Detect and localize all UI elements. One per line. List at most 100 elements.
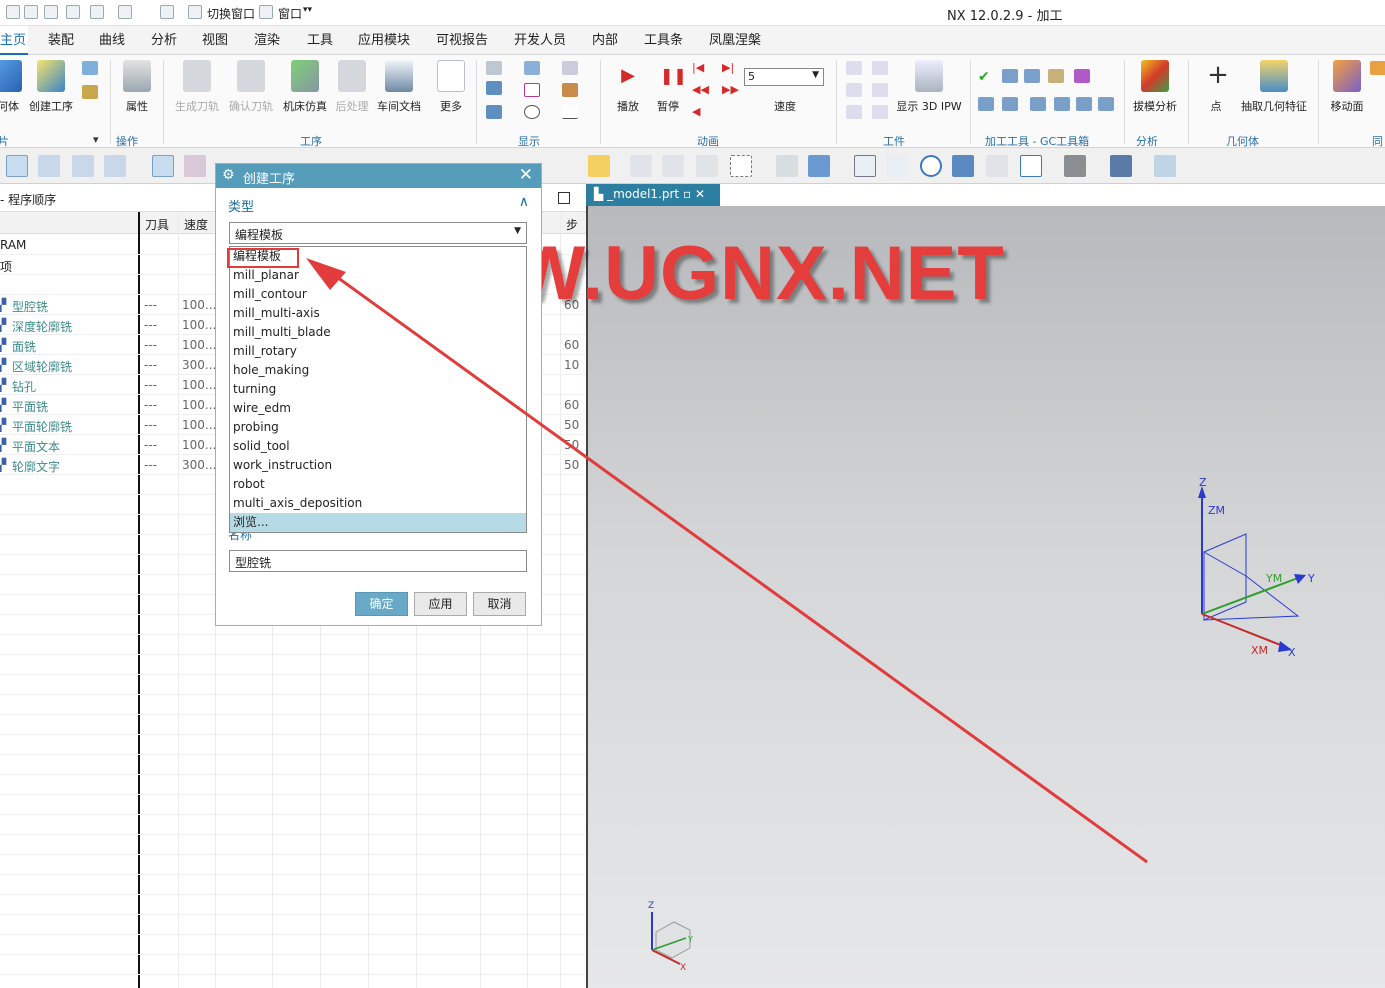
empty-row[interactable] [0, 795, 586, 815]
name-input[interactable]: 型腔铣 [229, 550, 527, 572]
more-button[interactable]: 更多 [434, 60, 468, 114]
create-tool-icon[interactable] [82, 85, 98, 99]
gc-tool-icon[interactable] [978, 97, 994, 111]
check-icon[interactable]: ✔ [978, 69, 994, 85]
step-forward-icon[interactable]: ▶| [722, 61, 738, 75]
snap-icon[interactable] [630, 155, 652, 177]
browse-option[interactable]: 浏览... [230, 513, 526, 532]
type-option[interactable]: multi_axis_deposition [230, 494, 526, 513]
shop-documentation-button[interactable]: 车间文档 [376, 60, 422, 114]
pan-icon[interactable] [886, 155, 908, 177]
type-option[interactable]: turning [230, 380, 526, 399]
type-option[interactable]: work_instruction [230, 456, 526, 475]
workpiece-icon[interactable] [872, 61, 888, 75]
render-style-icon[interactable] [1064, 155, 1086, 177]
gc-tool-icon[interactable] [1048, 69, 1064, 83]
move-face-button[interactable]: 移动面 [1328, 60, 1366, 114]
program-order-view-icon[interactable] [6, 155, 28, 177]
circle-icon[interactable] [524, 105, 540, 119]
part-file-tab[interactable]: ▙ _model1.prt ▫ ✕ [586, 184, 720, 206]
tab-curve[interactable]: 曲线 [97, 26, 127, 55]
gc-tool-icon[interactable] [1054, 97, 1070, 111]
tab-render[interactable]: 渲染 [252, 26, 282, 55]
tab-internal[interactable]: 内部 [590, 26, 620, 55]
machine-tool-view-icon[interactable] [38, 155, 60, 177]
tab-toolbars[interactable]: 工具条 [642, 26, 685, 55]
select-filter-icon[interactable] [588, 155, 610, 177]
gc-tool-icon[interactable] [1074, 69, 1090, 83]
method-view-icon[interactable] [104, 155, 126, 177]
display-tool-icon[interactable] [486, 61, 502, 75]
workpiece-icon[interactable] [846, 83, 862, 97]
line-icon[interactable] [562, 105, 578, 119]
brush-icon[interactable] [562, 83, 578, 97]
apply-button[interactable]: 应用 [414, 592, 467, 616]
generate-toolpath-button[interactable]: 生成刀轨 [174, 60, 220, 114]
draft-analysis-button[interactable]: 拔模分析 [1130, 60, 1180, 114]
orient-view-icon[interactable] [1110, 155, 1132, 177]
workpiece-icon[interactable] [846, 61, 862, 75]
tab-tools[interactable]: 工具 [305, 26, 335, 55]
paste-icon[interactable] [66, 5, 80, 19]
create-program-icon[interactable] [82, 61, 98, 75]
point-button[interactable]: + 点 [1204, 60, 1229, 114]
type-option[interactable]: robot [230, 475, 526, 494]
type-option[interactable]: wire_edm [230, 399, 526, 418]
empty-row[interactable] [0, 895, 586, 915]
type-option[interactable]: hole_making [230, 361, 526, 380]
column-speed[interactable]: 速度 [184, 216, 208, 233]
new-file-icon[interactable] [118, 5, 132, 19]
group-expand-icon[interactable]: ▾ [93, 133, 99, 146]
display-path-icon[interactable] [486, 105, 502, 119]
empty-row[interactable] [0, 975, 586, 988]
empty-row[interactable] [0, 935, 586, 955]
gc-tool-icon[interactable] [1002, 69, 1018, 83]
empty-row[interactable] [0, 775, 586, 795]
window-menu-button[interactable]: 窗口 [278, 5, 302, 22]
geometry-view-icon[interactable] [72, 155, 94, 177]
rotate-icon[interactable] [920, 155, 942, 177]
gc-tool-icon[interactable] [1076, 97, 1092, 111]
empty-row[interactable] [0, 835, 586, 855]
maximize-icon[interactable] [558, 192, 570, 204]
type-option[interactable]: mill_contour [230, 285, 526, 304]
empty-row[interactable] [0, 915, 586, 935]
tab-home[interactable]: 主页 [0, 26, 29, 55]
rewind-icon[interactable]: ◀◀ [692, 83, 709, 97]
pause-button[interactable]: ❚❚ 暂停 [656, 60, 687, 114]
empty-row[interactable] [0, 655, 586, 675]
filter-icon[interactable] [152, 155, 174, 177]
orient-icon[interactable] [986, 155, 1008, 177]
chevron-down-icon[interactable]: ▾▾ [303, 5, 312, 15]
curve-icon[interactable] [524, 83, 540, 97]
close-icon[interactable]: ✕ [695, 187, 705, 201]
empty-row[interactable] [0, 675, 586, 695]
tab-analysis[interactable]: 分析 [149, 26, 179, 55]
empty-row[interactable] [0, 735, 586, 755]
empty-row[interactable] [0, 875, 586, 895]
empty-row[interactable] [0, 715, 586, 735]
collapse-icon[interactable]: ∧ [519, 194, 529, 210]
repeat-icon[interactable] [90, 5, 104, 19]
verify-toolpath-button[interactable]: 确认刀轨 [228, 60, 274, 114]
empty-row[interactable] [0, 695, 586, 715]
window-icon[interactable] [259, 5, 273, 19]
tab-visual-report[interactable]: 可视报告 [434, 26, 490, 55]
tab-application[interactable]: 应用模块 [356, 26, 412, 55]
type-dropdown-list[interactable]: 编程模板 mill_planar mill_contour mill_multi-ax… [229, 246, 527, 533]
empty-row[interactable] [0, 635, 586, 655]
back-icon[interactable]: ◀ [692, 105, 708, 119]
type-option[interactable]: mill_multi_blade [230, 323, 526, 342]
close-button[interactable]: ✕ [519, 165, 533, 185]
view-cube-icon[interactable] [776, 155, 798, 177]
type-option[interactable]: probing [230, 418, 526, 437]
gc-tool-icon[interactable] [1002, 97, 1018, 111]
cancel-button[interactable]: 取消 [473, 592, 526, 616]
box-select-icon[interactable] [730, 155, 752, 177]
tab-developer[interactable]: 开发人员 [512, 26, 568, 55]
snap-icon[interactable] [662, 155, 684, 177]
type-option[interactable]: mill_planar [230, 266, 526, 285]
undo-icon[interactable] [24, 5, 38, 19]
workpiece-icon[interactable] [872, 83, 888, 97]
workpiece-icon[interactable] [846, 105, 862, 119]
